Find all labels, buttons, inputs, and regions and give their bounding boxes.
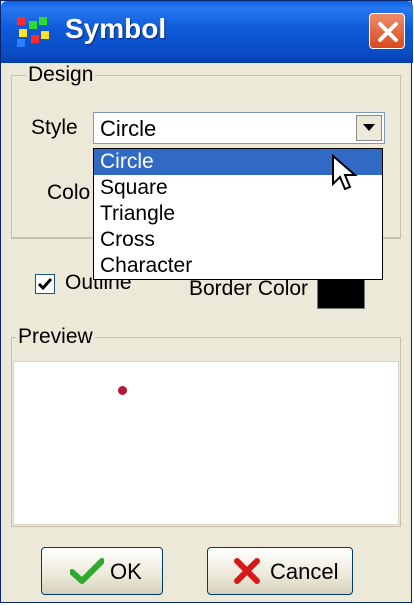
close-icon — [378, 22, 398, 42]
style-combo[interactable]: Circle — [93, 112, 385, 144]
combo-dropdown-button[interactable] — [356, 115, 382, 141]
cancel-button[interactable]: Cancel — [207, 547, 353, 595]
x-icon — [234, 558, 260, 584]
checkmark-icon — [37, 278, 53, 291]
ok-label: OK — [110, 559, 142, 584]
close-button[interactable] — [369, 13, 405, 49]
option-triangle[interactable]: Triangle — [94, 201, 382, 227]
border-color-swatch[interactable] — [317, 275, 365, 309]
color-label: Colo — [47, 181, 91, 204]
style-combo-value: Circle — [100, 116, 157, 141]
design-legend: Design — [26, 63, 96, 87]
check-icon — [70, 558, 104, 584]
chevron-down-icon — [363, 124, 375, 131]
preview-symbol — [118, 386, 127, 395]
style-label: Style — [31, 116, 78, 139]
outline-checkbox[interactable] — [35, 274, 55, 294]
symbol-dialog: Symbol Design Style Circle Colo Circle S… — [0, 0, 413, 603]
title-bar[interactable]: Symbol — [1, 1, 413, 63]
preview-canvas — [13, 361, 399, 525]
ok-button[interactable]: OK — [41, 547, 163, 595]
window-title: Symbol — [65, 13, 167, 44]
preview-legend: Preview — [16, 325, 95, 349]
border-color-label: Border Color — [189, 277, 309, 300]
mouse-pointer-icon — [332, 154, 358, 191]
cancel-label: Cancel — [270, 559, 339, 584]
option-cross[interactable]: Cross — [94, 227, 382, 253]
symbol-app-icon — [17, 17, 49, 47]
option-character[interactable]: Character — [94, 253, 382, 279]
